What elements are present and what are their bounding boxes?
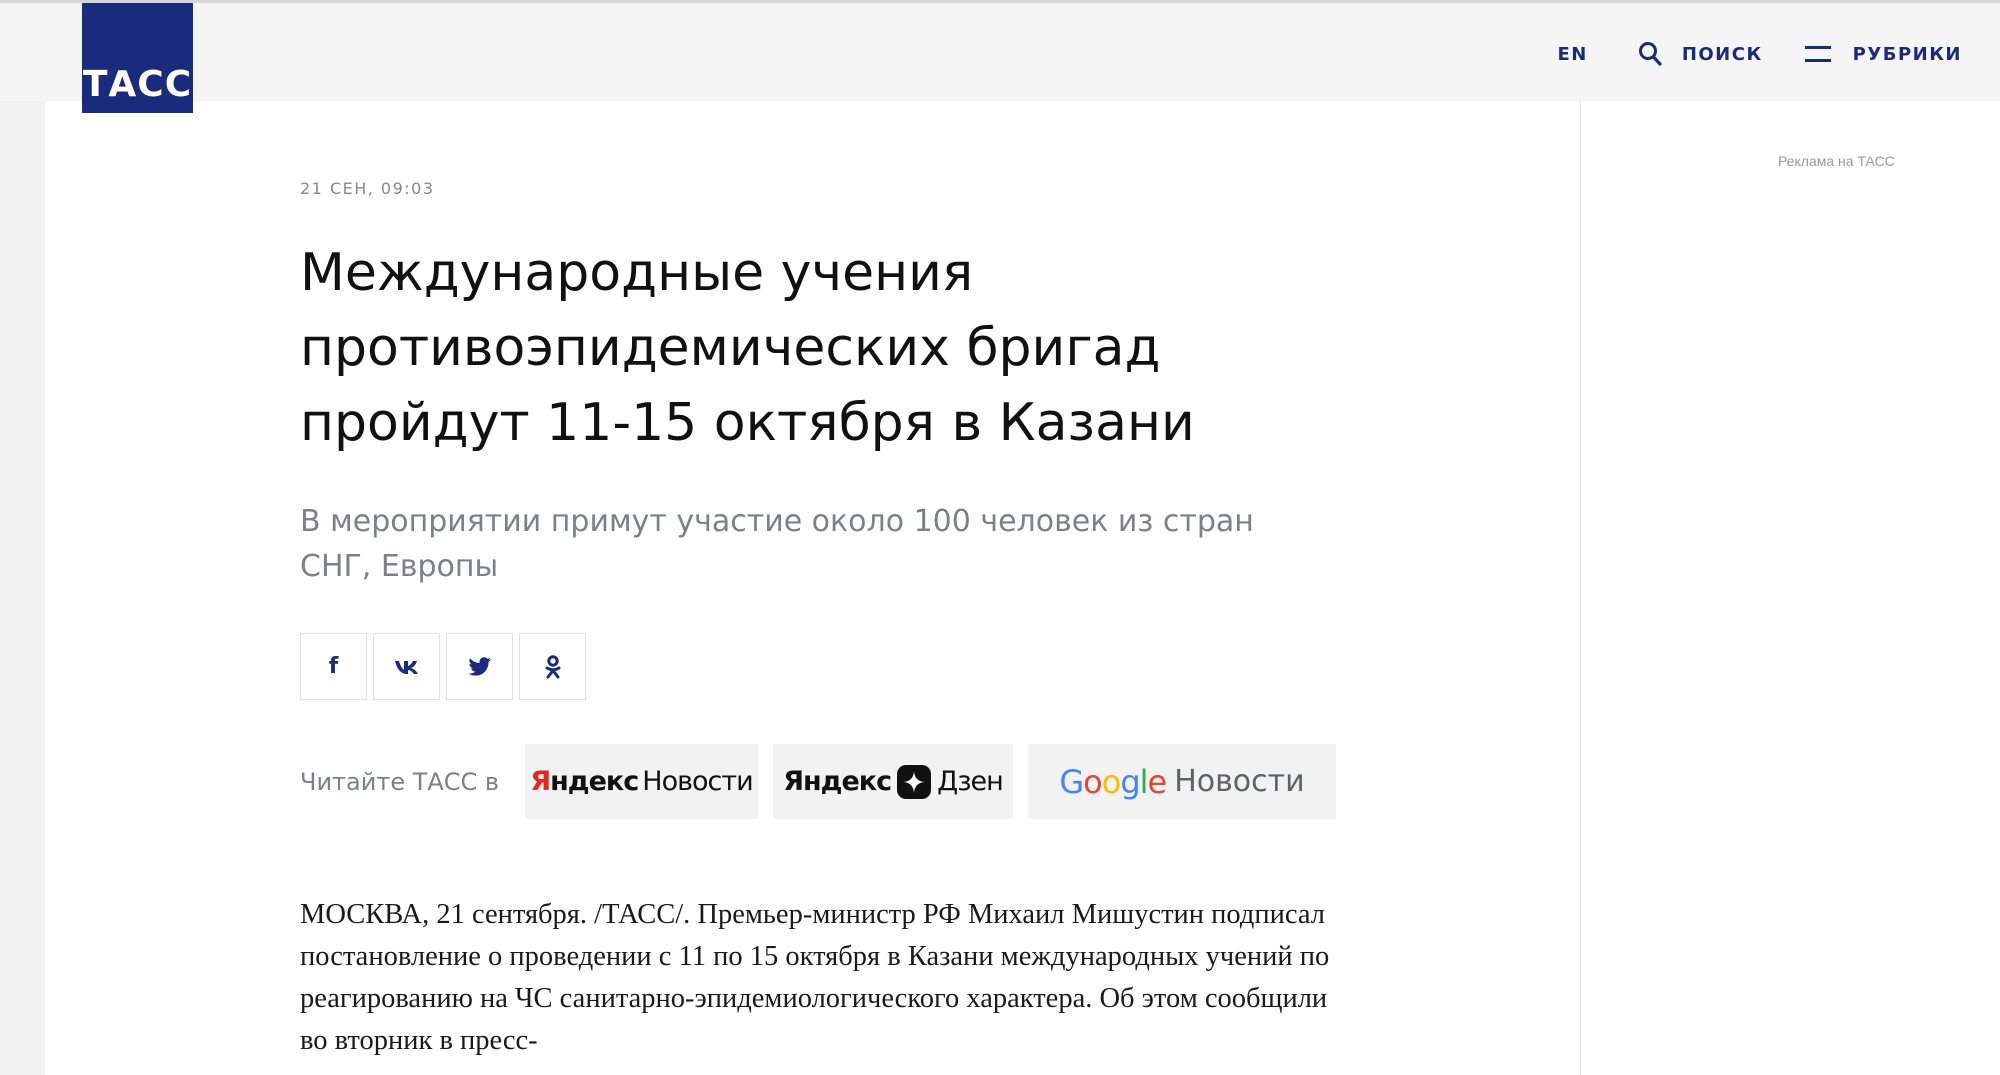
facebook-icon: f: [328, 654, 339, 679]
header-nav: EN ПОИСК РУБРИКИ: [1557, 41, 1962, 67]
yandex-news-logo-rest: ндекс: [550, 766, 639, 797]
menu-icon: [1804, 46, 1831, 62]
read-in-label: Читайте ТАСС в: [300, 767, 500, 796]
vk-icon: [394, 660, 418, 674]
zen-star-icon: [897, 764, 932, 799]
google-news-word: Новости: [1174, 764, 1305, 799]
article-column: 21 СЕН, 09:03 Международные учения проти…: [45, 101, 1580, 1075]
yandex-zen-brand: Яндекс: [783, 766, 892, 797]
right-sidebar: Реклама на ТАСС: [1580, 101, 2000, 1075]
site-header: ТАСС EN ПОИСК РУБРИКИ: [0, 3, 2000, 113]
google-letter-o2: o: [1101, 762, 1122, 801]
logo-text: ТАСС: [82, 64, 193, 105]
en-label: EN: [1557, 43, 1588, 65]
article-lead: В мероприятии примут участие около 100 ч…: [300, 504, 1254, 584]
google-letter-l: l: [1139, 762, 1149, 801]
language-switch-en[interactable]: EN: [1557, 44, 1587, 65]
read-tass-in: Читайте ТАСС в Яндекс Новости Яндекс Дзен…: [300, 744, 1351, 819]
share-buttons: f: [300, 633, 592, 700]
ad-label[interactable]: Реклама на ТАСС: [1778, 153, 1895, 169]
article-date: 21 СЕН, 09:03: [300, 179, 435, 198]
twitter-icon: [468, 656, 491, 676]
google-letter-o1: o: [1083, 762, 1103, 801]
google-letter-g2: g: [1120, 762, 1140, 801]
tass-logo[interactable]: ТАСС: [82, 3, 193, 113]
google-news-button[interactable]: Google Новости: [1028, 744, 1336, 819]
share-facebook-button[interactable]: f: [300, 633, 367, 700]
search-button[interactable]: ПОИСК: [1638, 41, 1763, 67]
share-odnoklassniki-button[interactable]: [519, 633, 586, 700]
google-letter-e: e: [1147, 762, 1168, 801]
yandex-news-logo-first: Я: [530, 766, 551, 797]
search-icon: [1638, 42, 1662, 66]
search-label: ПОИСК: [1681, 43, 1763, 65]
yandex-zen-word: Дзен: [937, 766, 1004, 797]
article-title: Международные учения противоэпидемически…: [300, 243, 1195, 453]
odnoklassniki-icon: [545, 654, 560, 678]
google-logo: Google: [1059, 762, 1168, 801]
yandex-zen-button[interactable]: Яндекс Дзен: [773, 744, 1013, 819]
share-twitter-button[interactable]: [446, 633, 513, 700]
rubrics-label: РУБРИКИ: [1852, 43, 1962, 65]
yandex-news-word: Новости: [642, 766, 753, 797]
yandex-news-button[interactable]: Яндекс Новости: [525, 744, 758, 819]
article-body: МОСКВА, 21 сентября. /ТАСС/. Премьер-мин…: [300, 899, 1330, 1056]
share-vk-button[interactable]: [373, 633, 440, 700]
google-letter-g: G: [1059, 762, 1084, 801]
rubrics-menu-button[interactable]: РУБРИКИ: [1804, 43, 1962, 65]
